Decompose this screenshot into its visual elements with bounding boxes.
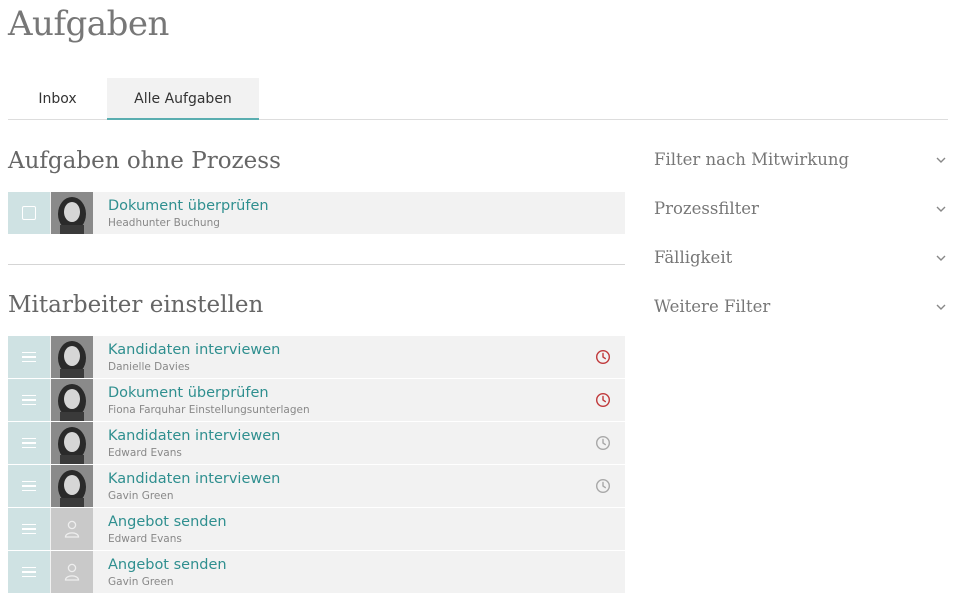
avatar-photo-icon [51, 192, 93, 234]
clock-icon [595, 435, 611, 451]
avatar-photo-icon [51, 422, 93, 464]
task-subtitle: Gavin Green [108, 576, 174, 588]
task-subtitle: Edward Evans [108, 533, 182, 545]
filter-participation[interactable]: Filter nach Mitwirkung [654, 150, 948, 174]
drag-handle-icon [22, 351, 36, 363]
avatar-photo-icon [51, 379, 93, 421]
drag-handle[interactable] [8, 551, 50, 593]
task-title[interactable]: Dokument überprüfen [108, 385, 269, 401]
filter-label: Prozessfilter [654, 199, 759, 218]
task-title[interactable]: Kandidaten interviewen [108, 471, 280, 487]
section-title: Mitarbeiter einstellen [8, 292, 264, 318]
filter-due-date[interactable]: Fälligkeit [654, 248, 948, 272]
chevron-down-icon [936, 255, 946, 261]
task-subtitle: Gavin Green [108, 490, 174, 502]
avatar-photo-icon [51, 465, 93, 507]
task-subtitle: Edward Evans [108, 447, 182, 459]
drag-handle-icon [22, 523, 36, 535]
chevron-down-icon [936, 304, 946, 310]
section-title: Aufgaben ohne Prozess [8, 148, 281, 174]
tab-bar: Inbox Alle Aufgaben [8, 78, 948, 120]
drag-handle[interactable] [8, 379, 50, 421]
drag-handle[interactable] [8, 422, 50, 464]
drag-handle-icon [22, 480, 36, 492]
clock-icon [595, 478, 611, 494]
tab-all-tasks[interactable]: Alle Aufgaben [107, 78, 259, 120]
filter-more[interactable]: Weitere Filter [654, 297, 948, 321]
task-subtitle: Danielle Davies [108, 361, 190, 373]
filter-process[interactable]: Prozessfilter [654, 199, 948, 223]
chevron-down-icon [936, 157, 946, 163]
task-subtitle: Headhunter Buchung [108, 217, 220, 229]
avatar-photo-icon [51, 336, 93, 378]
avatar [51, 192, 93, 234]
task-row[interactable]: Kandidaten interviewen Gavin Green [8, 465, 625, 507]
avatar-placeholder [51, 551, 93, 593]
avatar [51, 422, 93, 464]
task-row[interactable]: Angebot senden Gavin Green [8, 551, 625, 593]
avatar-placeholder [51, 508, 93, 550]
task-title[interactable]: Kandidaten interviewen [108, 342, 280, 358]
avatar [51, 336, 93, 378]
task-row[interactable]: Kandidaten interviewen Danielle Davies [8, 336, 625, 378]
drag-handle[interactable] [8, 336, 50, 378]
tab-inbox[interactable]: Inbox [8, 78, 107, 119]
task-title[interactable]: Kandidaten interviewen [108, 428, 280, 444]
task-title[interactable]: Angebot senden [108, 514, 227, 530]
task-row[interactable]: Dokument überprüfen Fiona Farquhar Einst… [8, 379, 625, 421]
filter-label: Fälligkeit [654, 248, 733, 267]
task-subtitle: Fiona Farquhar Einstellungsunterlagen [108, 404, 310, 416]
chevron-down-icon [936, 206, 946, 212]
avatar [51, 465, 93, 507]
avatar [51, 379, 93, 421]
drag-handle-icon [22, 437, 36, 449]
drag-handle-icon [22, 394, 36, 406]
drag-handle[interactable] [8, 465, 50, 507]
drag-handle[interactable] [8, 508, 50, 550]
task-row[interactable]: Kandidaten interviewen Edward Evans [8, 422, 625, 464]
clock-overdue-icon [595, 349, 611, 365]
task-title[interactable]: Angebot senden [108, 557, 227, 573]
clock-overdue-icon [595, 392, 611, 408]
filter-label: Weitere Filter [654, 297, 771, 316]
task-title[interactable]: Dokument überprüfen [108, 198, 269, 214]
section-divider [8, 264, 625, 265]
filter-label: Filter nach Mitwirkung [654, 150, 850, 169]
task-row[interactable]: Angebot senden Edward Evans [8, 508, 625, 550]
drag-handle-icon [22, 566, 36, 578]
page-title: Aufgaben [8, 4, 169, 44]
task-row[interactable]: Dokument überprüfen Headhunter Buchung [8, 192, 625, 234]
task-checkbox[interactable] [22, 206, 36, 220]
user-icon [64, 520, 80, 538]
task-select-handle[interactable] [8, 192, 50, 234]
user-icon [64, 563, 80, 581]
